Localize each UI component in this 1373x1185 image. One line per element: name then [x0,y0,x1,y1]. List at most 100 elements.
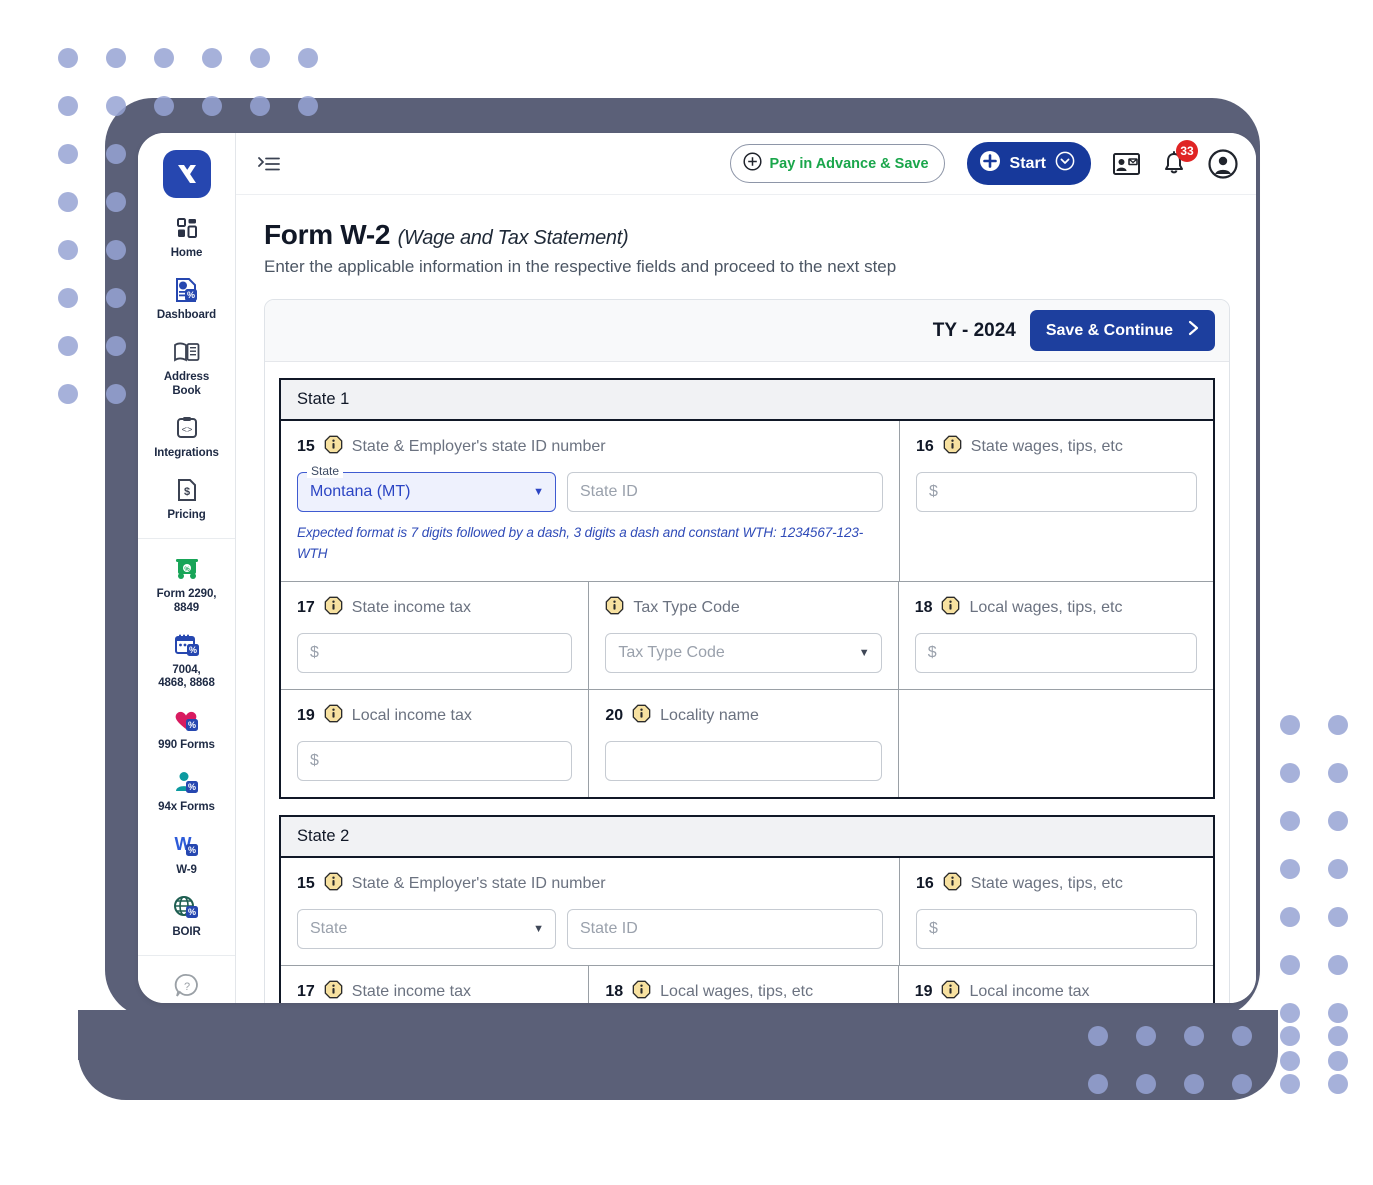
state-income-tax-input[interactable]: $ [297,632,573,673]
local-wages-input[interactable]: $ [914,632,1197,673]
plus-circle-icon [742,152,762,175]
help-question-icon: ? [174,971,200,1001]
info-icon[interactable] [605,596,624,620]
field-15-cell: 15 State & Employer's state ID number St… [281,857,900,966]
decorative-dot [202,48,222,68]
sidebar-item-dashboard[interactable]: % Dashboard [138,266,235,328]
sidebar-item-w-9[interactable]: W % W-9 [138,821,235,883]
chevron-right-icon [1187,319,1201,342]
save-and-continue-button[interactable]: Save & Continue [1029,310,1215,351]
info-icon[interactable] [943,872,962,896]
sidebar-item-address-book[interactable]: Address Book [138,328,235,403]
state-id-input-wrap: State ID [567,908,883,949]
sidebar-item-94x-forms[interactable]: % 94x Forms [138,758,235,820]
info-icon[interactable] [324,596,343,620]
field-number: 17 [297,598,315,616]
sidebar-item-boir[interactable]: % BOIR [138,883,235,945]
decorative-dot [154,96,174,116]
state-wages-input[interactable]: $ [916,472,1197,512]
field-16-label: 16 State wages, tips, etc [916,435,1197,459]
sidebar-item-7004-4868-8868[interactable]: % 7004, 4868, 8868 [138,621,235,696]
info-icon[interactable] [324,980,343,1003]
info-icon[interactable] [324,704,343,728]
state-id-input[interactable]: State ID [567,472,883,512]
decorative-dot [58,48,78,68]
decorative-dot [298,48,318,68]
start-button[interactable]: Start [966,142,1091,185]
sidebar: Home % Dashboard Address Book <> Integra… [138,133,236,1003]
state-1-block: State 1 15 State & Employer's state ID n… [279,378,1215,799]
state-select-value: Montana (MT) [310,483,411,500]
locality-name-input[interactable] [605,740,882,781]
chevron-down-icon: ▼ [533,922,544,935]
decorative-dot [106,192,126,212]
state-select[interactable]: Montana (MT) ▼ [297,472,556,512]
decorative-dot [106,96,126,116]
decorative-dot [58,384,78,404]
decorative-dot [1280,1074,1300,1094]
info-icon[interactable] [943,435,962,459]
info-icon[interactable] [941,980,960,1003]
field-number: 18 [914,598,933,616]
field-15-inputs: State Montana (MT) ▼ State ID [297,464,883,512]
decorative-dot [1088,1026,1108,1046]
sidebar-item-help[interactable]: ? [138,962,235,1003]
local-income-tax-input[interactable]: $ [297,740,573,781]
svg-text:%: % [187,782,195,792]
info-icon[interactable] [941,596,960,620]
info-icon[interactable] [632,980,651,1003]
field-label-text: Local income tax [969,982,1090,1000]
info-icon[interactable] [632,704,651,728]
page-title: Form W-2 (Wage and Tax Statement) [264,219,1230,251]
svg-text:<>: <> [181,425,192,435]
info-icon[interactable] [324,435,343,459]
sidebar-item-pricing[interactable]: $ Pricing [138,466,235,528]
sidebar-group-forms: % Form 2290, 8849 % 7004, 4868, 8868 % 9… [138,539,235,957]
contact-card-icon[interactable] [1113,152,1140,175]
state-wages-input[interactable]: $ [916,908,1197,949]
pay-in-advance-button[interactable]: Pay in Advance & Save [729,144,945,183]
info-icon[interactable] [324,872,343,896]
field-label-text: State income tax [351,982,471,1000]
state-id-input[interactable]: State ID [567,908,883,949]
decorative-dot [1328,859,1348,879]
field-20-cell: 20 Locality name [589,689,899,797]
field-18-cell: 18 Local wages, tips, etc [589,965,899,1003]
decorative-dot [250,48,270,68]
state-select-value: State [310,919,348,937]
sidebar-item-form-2290-8849[interactable]: % Form 2290, 8849 [138,545,235,620]
field-18-label: 18 Local wages, tips, etc [605,980,881,1003]
notification-bell-icon[interactable]: 33 [1162,139,1198,177]
field-number: 17 [297,982,315,1000]
field-label-text: State wages, tips, etc [970,438,1123,455]
calendar-icon: % [174,630,200,660]
sidebar-item-integrations[interactable]: <> Integrations [138,404,235,466]
state-select-wrap: State Montana (MT) ▼ [297,464,556,512]
tax-type-code-select[interactable]: Tax Type Code ▼ [605,632,882,673]
state-1-row-2: 17 State income tax $ Tax Type Code Tax … [281,581,1213,690]
field-label-text: State & Employer's state ID number [351,874,606,892]
svg-text:$: $ [183,486,189,498]
collapse-sidebar-icon[interactable] [258,155,280,173]
globe-icon: % [173,892,201,922]
page-title-text: Form W-2 [264,219,391,250]
state-1-empty-cell [899,690,1213,797]
decorative-dot [1280,955,1300,975]
svg-text:?: ? [183,981,189,993]
sidebar-item-label: BOIR [172,925,201,938]
decorative-dot [1280,1026,1300,1046]
sidebar-item-990-forms[interactable]: % 990 Forms [138,696,235,758]
decorative-dot [1232,1074,1252,1094]
sidebar-item-home[interactable]: Home [138,204,235,266]
grid-icon [176,213,198,243]
svg-text:%: % [184,567,190,573]
user-avatar-icon[interactable] [1208,148,1238,179]
address-book-icon [173,337,200,367]
topbar: Pay in Advance & Save Start 33 [236,133,1256,195]
field-17-cell: 17 State income tax [281,965,590,1003]
state-select[interactable]: State ▼ [297,908,556,949]
card-body: State 1 15 State & Employer's state ID n… [265,362,1229,1003]
field-label-text: Locality name [660,706,759,724]
state-2-row-2: 17 State income tax 18 Local wages, tips… [281,965,1213,1003]
taxbandits-logo[interactable] [162,150,211,198]
